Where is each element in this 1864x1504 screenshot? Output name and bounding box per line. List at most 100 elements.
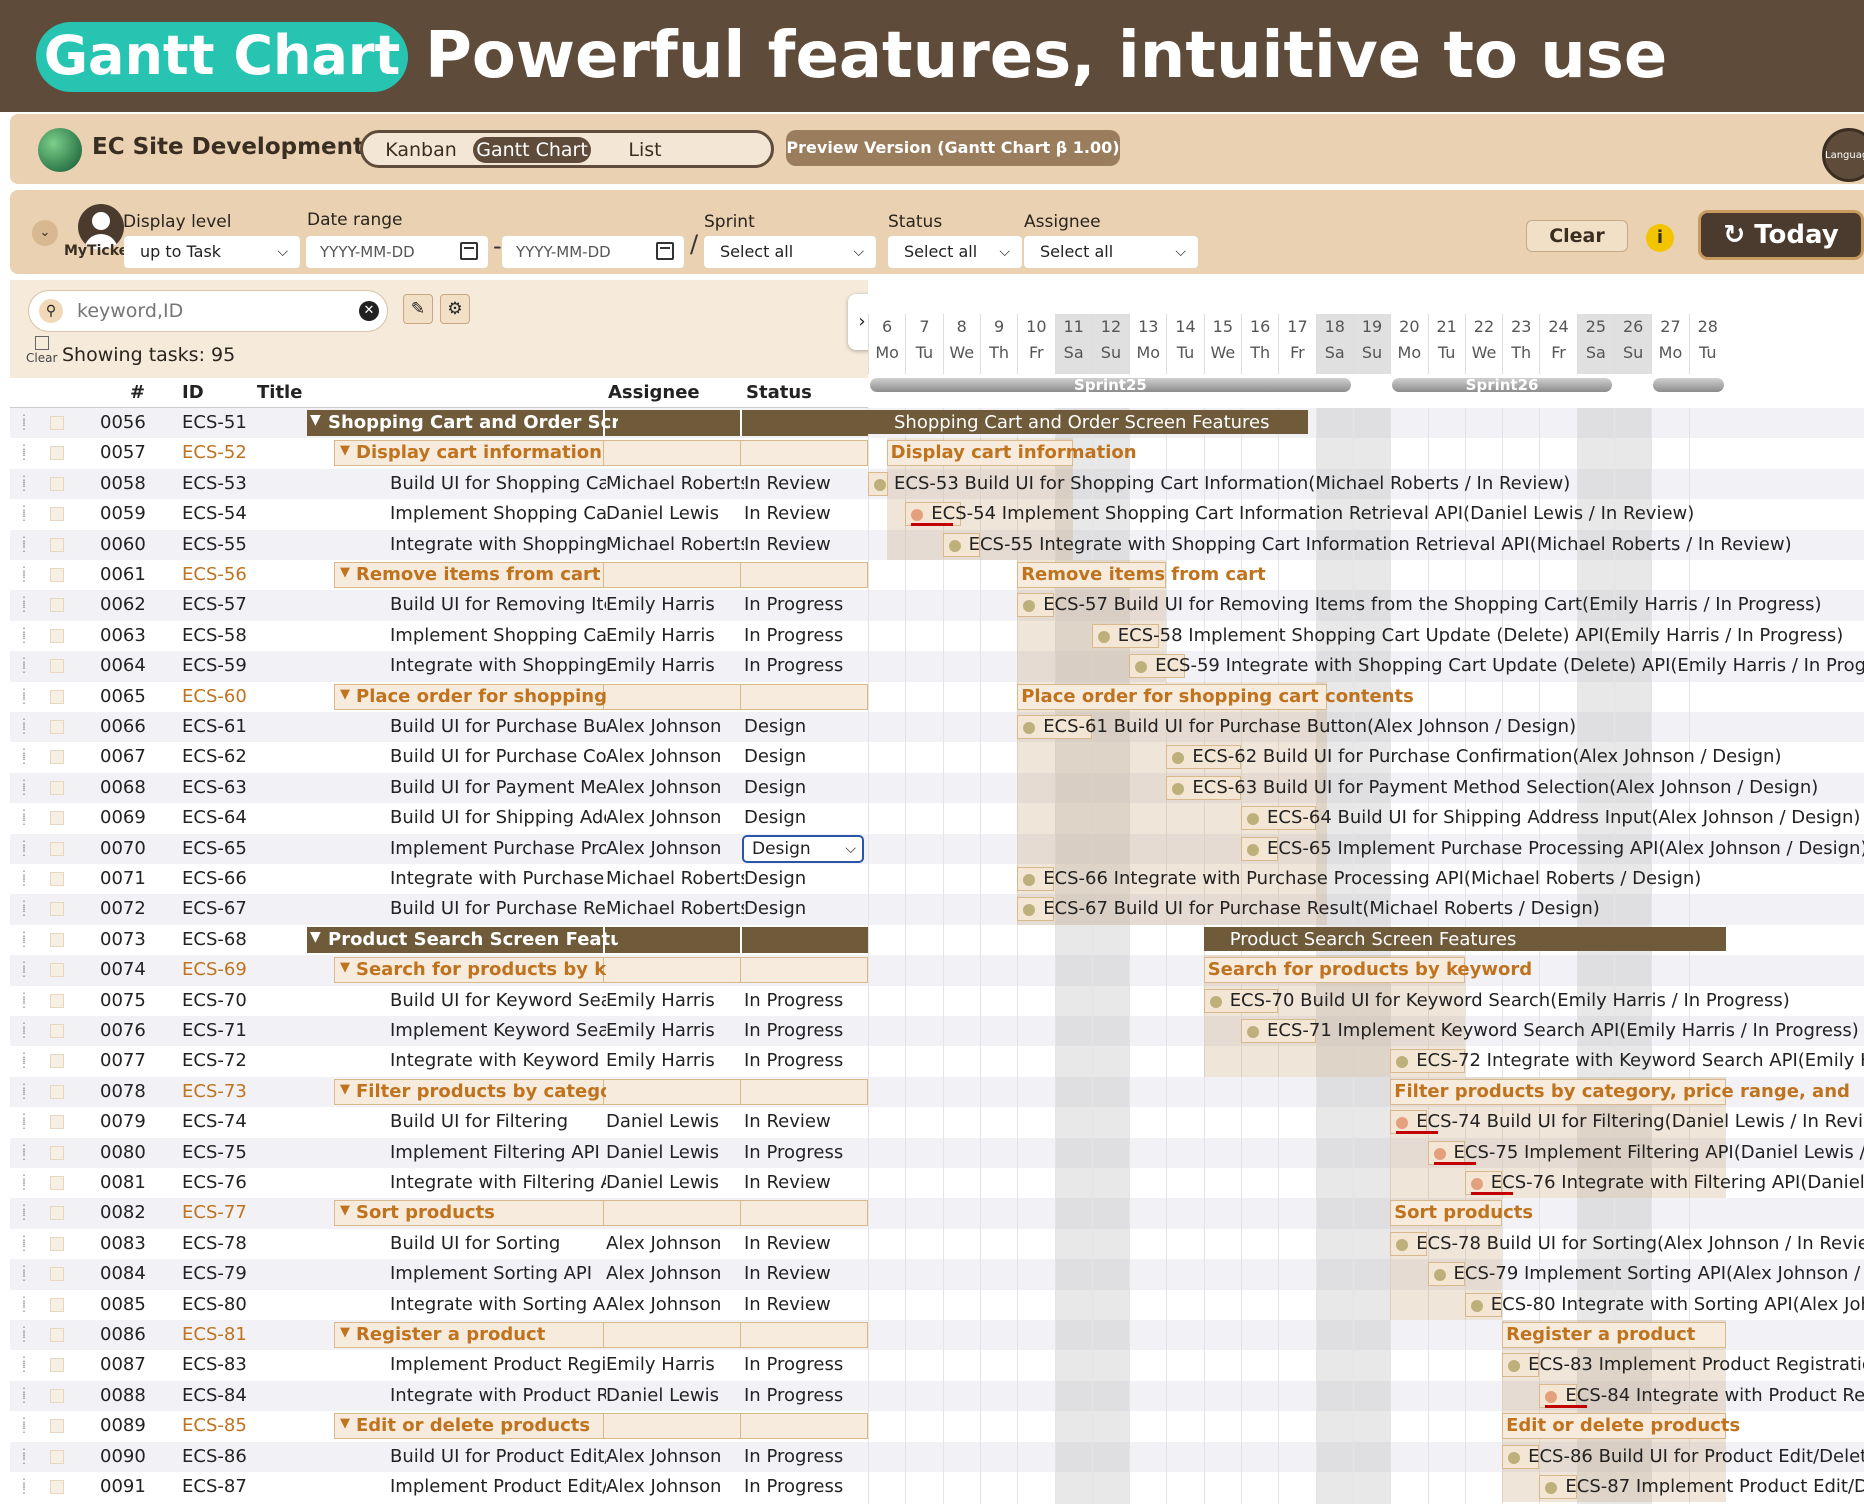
row-checkbox[interactable] bbox=[50, 507, 64, 522]
task-id[interactable]: ECS-63 bbox=[182, 777, 247, 798]
table-row[interactable]: ⋮ ⋮ 0061 ECS-56 ▼ Remove items from cart bbox=[10, 560, 868, 590]
task-assignee[interactable]: Michael Roberts bbox=[606, 868, 744, 889]
task-id[interactable]: ECS-74 bbox=[182, 1111, 247, 1132]
task-title[interactable]: Build UI for Filtering bbox=[390, 1111, 606, 1132]
task-status[interactable]: Design bbox=[744, 898, 864, 919]
sprint-select[interactable]: Select all ⌵ bbox=[704, 236, 876, 268]
drag-handle-icon[interactable]: ⋮ ⋮ bbox=[18, 778, 30, 796]
assignee-select[interactable]: Select all ⌵ bbox=[1024, 236, 1198, 268]
drag-handle-icon[interactable]: ⋮ ⋮ bbox=[18, 960, 30, 978]
drag-handle-icon[interactable]: ⋮ ⋮ bbox=[18, 413, 30, 431]
table-row[interactable]: ⋮ ⋮ 0086 ECS-81 ▼ Register a product bbox=[10, 1320, 868, 1351]
row-checkbox[interactable] bbox=[50, 1297, 64, 1312]
task-id[interactable]: ECS-77 bbox=[182, 1202, 247, 1223]
task-status[interactable]: Design bbox=[744, 777, 864, 798]
row-checkbox[interactable] bbox=[50, 811, 64, 826]
col-id[interactable]: ID bbox=[182, 382, 204, 403]
task-id[interactable]: ECS-80 bbox=[182, 1294, 247, 1315]
task-status[interactable]: In Progress bbox=[744, 1020, 864, 1041]
drag-handle-icon[interactable]: ⋮ ⋮ bbox=[18, 535, 30, 553]
task-id[interactable]: ECS-72 bbox=[182, 1050, 247, 1071]
row-checkbox[interactable] bbox=[50, 1358, 64, 1373]
table-row[interactable]: ⋮⋮ 0074 ECS-69 ▼ Search for products by keyw bbox=[10, 955, 868, 986]
task-status[interactable]: In Progress bbox=[744, 1354, 864, 1375]
task-title[interactable]: Implement Product Regis bbox=[390, 1354, 606, 1375]
task-title[interactable]: Integrate with Product Re bbox=[390, 1385, 606, 1406]
task-id[interactable]: ECS-83 bbox=[182, 1354, 247, 1375]
table-row[interactable]: ⋮ ⋮ 0079 ECS-74 Build UI for Filtering Daniel… bbox=[10, 1107, 868, 1137]
task-title[interactable]: Implement Sorting API bbox=[390, 1263, 606, 1284]
row-checkbox[interactable] bbox=[50, 1267, 64, 1282]
table-row[interactable]: ⋮ ⋮ 0064 ECS-59 Integrate with Shopping C Emi… bbox=[10, 651, 868, 682]
table-row[interactable]: ⋮ ⋮ 0062 ECS-57 Build UI for Removing Iter Em… bbox=[10, 590, 868, 621]
row-checkbox[interactable] bbox=[50, 993, 64, 1008]
table-row[interactable]: ⋮ ⋮ 0056 ECS-51 ▼ Shopping Cart and Order Scr… bbox=[10, 408, 868, 439]
task-title[interactable]: Build UI for Keyword Sear bbox=[390, 990, 606, 1011]
task-title[interactable]: Integrate with Purchase P bbox=[390, 868, 606, 889]
gear-icon[interactable]: ⚙ bbox=[440, 294, 470, 324]
task-title[interactable]: Implement Filtering API bbox=[390, 1142, 606, 1163]
drag-handle-icon[interactable]: ⋮ ⋮ bbox=[18, 1082, 30, 1100]
task-assignee[interactable]: Emily Harris bbox=[606, 1354, 744, 1375]
row-checkbox[interactable] bbox=[50, 416, 64, 430]
table-row[interactable]: ⋮ ⋮ 0070 ECS-65 Implement Purchase Proc Alex … bbox=[10, 833, 868, 864]
task-status[interactable]: In Progress bbox=[744, 990, 864, 1011]
task-id[interactable]: ECS-60 bbox=[182, 686, 247, 707]
task-status[interactable]: In Progress bbox=[744, 655, 864, 676]
row-checkbox[interactable] bbox=[50, 659, 64, 674]
task-status[interactable]: In Review bbox=[744, 1111, 864, 1132]
language-globe-icon[interactable]: Language bbox=[1822, 128, 1864, 182]
task-status[interactable]: In Review bbox=[744, 534, 864, 555]
drag-handle-icon[interactable]: ⋮ ⋮ bbox=[18, 899, 30, 917]
task-title[interactable]: Search for products by keyw bbox=[356, 959, 606, 980]
task-id[interactable]: ECS-76 bbox=[182, 1172, 247, 1193]
search-input[interactable] bbox=[77, 297, 347, 325]
table-row[interactable]: ⋮ ⋮ 0076 ECS-71 Implement Keyword Sear Emily … bbox=[10, 1016, 868, 1047]
task-title[interactable]: Build UI for Product Edit/[ bbox=[390, 1446, 606, 1467]
row-checkbox[interactable] bbox=[50, 872, 64, 886]
table-row[interactable]: ⋮ ⋮ 0069 ECS-64 Build UI for Shipping Addr Al… bbox=[10, 803, 868, 833]
status-select[interactable]: Select all ⌵ bbox=[888, 236, 1022, 268]
drag-handle-icon[interactable]: ⋮ ⋮ bbox=[18, 839, 30, 857]
row-checkbox[interactable] bbox=[50, 568, 64, 582]
col-title[interactable]: Title bbox=[257, 382, 302, 403]
table-row[interactable]: ⋮ ⋮ 0075 ECS-70 Build UI for Keyword Sear Emi… bbox=[10, 986, 868, 1016]
row-checkbox[interactable] bbox=[50, 1024, 64, 1038]
today-button[interactable]: ↻ Today bbox=[1698, 210, 1864, 260]
date-from-field[interactable]: YYYY-MM-DD bbox=[306, 236, 488, 268]
task-id[interactable]: ECS-68 bbox=[182, 929, 247, 950]
row-checkbox[interactable] bbox=[50, 1419, 64, 1434]
task-title[interactable]: Implement Product Edit/[ bbox=[390, 1476, 606, 1497]
task-id[interactable]: ECS-65 bbox=[182, 838, 247, 859]
expand-triangle-icon[interactable]: ▼ bbox=[310, 412, 321, 428]
row-checkbox[interactable] bbox=[50, 963, 64, 978]
task-assignee[interactable]: Alex Johnson bbox=[606, 838, 744, 859]
task-assignee[interactable]: Emily Harris bbox=[606, 594, 744, 615]
row-checkbox[interactable] bbox=[50, 446, 64, 461]
task-id[interactable]: ECS-73 bbox=[182, 1081, 247, 1102]
task-assignee[interactable]: Alex Johnson bbox=[606, 1233, 744, 1254]
table-row[interactable]: ⋮ ⋮ 0090 ECS-86 Build UI for Product Edit/[A… bbox=[10, 1441, 868, 1472]
task-assignee[interactable]: Daniel Lewis bbox=[606, 503, 744, 524]
task-title[interactable]: Product Search Screen Feature bbox=[328, 929, 618, 950]
task-status[interactable]: In Progress bbox=[744, 1476, 864, 1497]
task-assignee[interactable]: Michael Roberts bbox=[606, 898, 744, 919]
task-title[interactable]: Implement Shopping Cart bbox=[390, 625, 606, 646]
task-assignee[interactable]: Michael Roberts bbox=[606, 534, 744, 555]
drag-handle-icon[interactable]: ⋮ ⋮ bbox=[18, 1447, 30, 1465]
expand-triangle-icon[interactable]: ▼ bbox=[340, 687, 350, 702]
drag-handle-icon[interactable]: ⋮ ⋮ bbox=[18, 747, 30, 765]
table-row[interactable]: ⋮ ⋮ 0066 ECS-61 Build UI for Purchase Butt Al… bbox=[10, 712, 868, 743]
table-row[interactable]: ⋮ ⋮ 0057 ECS-52 ▼ Display cart information bbox=[10, 438, 868, 468]
task-id[interactable]: ECS-66 bbox=[182, 868, 247, 889]
drag-handle-icon[interactable]: ⋮ ⋮ bbox=[18, 595, 30, 613]
table-row[interactable]: ⋮ ⋮ 0080 ECS-75 Implement Filtering API Danie… bbox=[10, 1137, 868, 1168]
task-status[interactable]: Design bbox=[744, 716, 864, 737]
task-id[interactable]: ECS-56 bbox=[182, 564, 247, 585]
table-row[interactable]: ⋮ ⋮ 0083 ECS-78 Build UI for Sorting Alex Joh… bbox=[10, 1229, 868, 1259]
task-title[interactable]: Build UI for Payment Meth bbox=[390, 777, 606, 798]
drag-handle-icon[interactable]: ⋮ ⋮ bbox=[18, 443, 30, 461]
row-checkbox[interactable] bbox=[50, 598, 64, 613]
table-row[interactable]: ⋮ ⋮ 0063 ECS-58 Implement Shopping Cart Emily… bbox=[10, 621, 868, 651]
task-id[interactable]: ECS-59 bbox=[182, 655, 247, 676]
